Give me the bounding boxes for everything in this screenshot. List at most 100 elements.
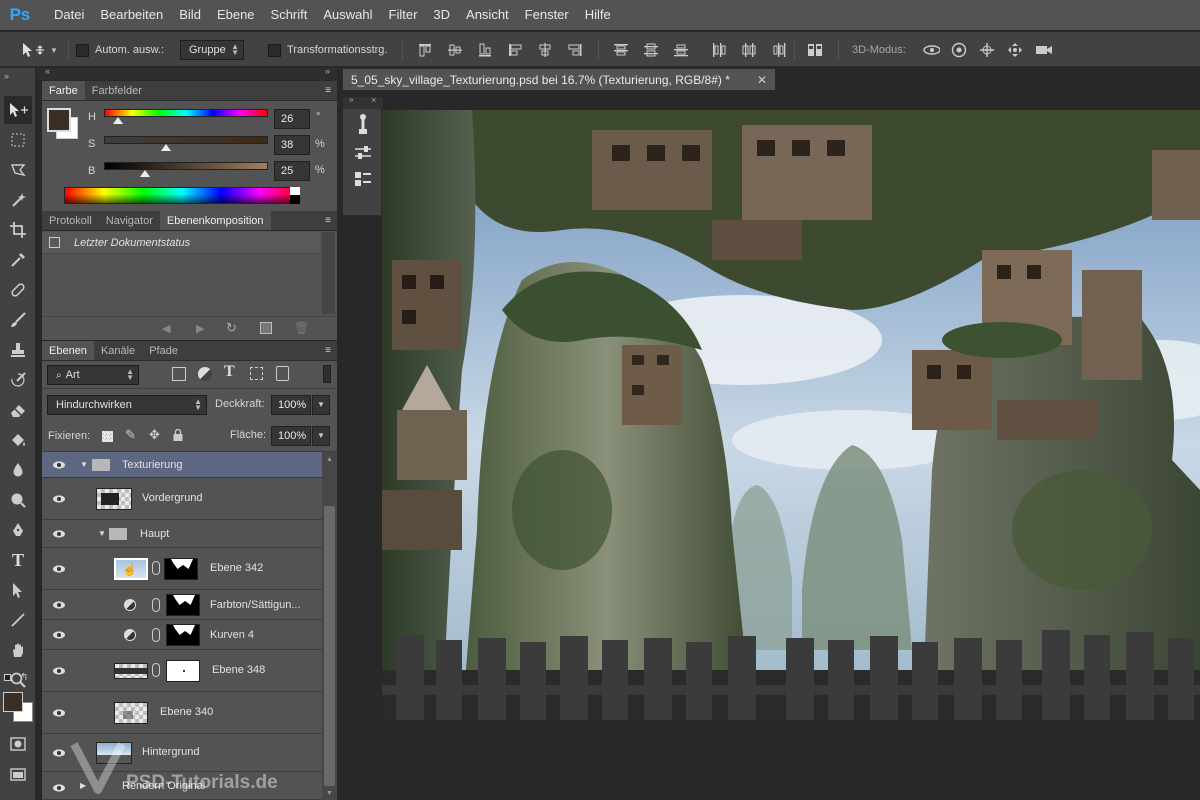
next-comp-icon[interactable]: ▶	[196, 322, 204, 335]
scroll-down-icon[interactable]: ▼	[324, 790, 335, 798]
crop-tool[interactable]	[4, 216, 32, 244]
lock-image-pixels-icon[interactable]: ✎	[125, 427, 136, 443]
brightness-slider[interactable]	[104, 162, 268, 170]
healing-brush-tool[interactable]	[4, 276, 32, 304]
filter-smart-object-icon[interactable]	[276, 366, 289, 381]
clone-stamp-tool[interactable]	[4, 336, 32, 364]
chevron-right-icon[interactable]: ▶	[80, 781, 86, 790]
distribute-top-icon[interactable]	[612, 41, 630, 59]
layer-row[interactable]: ☝ Ebene 342	[42, 548, 322, 590]
layer-row[interactable]: ▼ Haupt	[42, 520, 322, 548]
auto-select-checkbox[interactable]	[76, 43, 89, 57]
filter-toggle-switch[interactable]	[323, 365, 331, 383]
menu-filter[interactable]: Filter	[381, 0, 426, 30]
tab-pfade[interactable]: Pfade	[142, 341, 185, 360]
layer-row[interactable]: Farbton/Sättigun...	[42, 590, 322, 620]
visibility-eye-icon[interactable]	[52, 706, 66, 720]
visibility-eye-icon[interactable]	[52, 458, 66, 472]
distribute-left-icon[interactable]	[710, 41, 728, 59]
layer-row[interactable]: Ebene 340	[42, 692, 322, 734]
previous-comp-icon[interactable]: ◀	[162, 322, 170, 335]
link-icon[interactable]	[152, 598, 160, 612]
3d-pan-icon[interactable]	[978, 41, 996, 59]
scroll-up-icon[interactable]: ▲	[324, 456, 335, 464]
layer-row[interactable]: Kurven 4	[42, 620, 322, 650]
quick-mask-button[interactable]	[4, 730, 32, 758]
brush-preset-icon[interactable]	[353, 113, 373, 137]
menu-3d[interactable]: 3D	[425, 0, 458, 30]
close-icon[interactable]: ×	[371, 95, 376, 105]
3d-scale-camera-icon[interactable]	[1034, 41, 1052, 59]
align-top-edges-icon[interactable]	[416, 41, 434, 59]
history-brush-tool[interactable]	[4, 366, 32, 394]
saturation-input[interactable]: 38	[274, 135, 310, 155]
layer-mask-thumbnail[interactable]	[166, 660, 200, 682]
visibility-eye-icon[interactable]	[52, 781, 66, 795]
close-icon[interactable]: ✕	[757, 73, 767, 87]
move-tool-preset[interactable]: ▼	[20, 32, 58, 68]
layers-scrollbar[interactable]: ▲ ▼	[322, 452, 337, 800]
panel-menu-icon[interactable]: ≡	[319, 211, 337, 230]
move-tool[interactable]	[4, 96, 32, 124]
collapse-panels-right-icon[interactable]: »	[325, 66, 330, 76]
document-tab[interactable]: 5_05_sky_village_Texturierung.psd bei 16…	[342, 68, 776, 90]
layer-row[interactable]: Hintergrund	[42, 734, 322, 772]
distribute-vertical-centers-icon[interactable]	[642, 41, 660, 59]
collapse-arrows-icon[interactable]: »	[4, 71, 9, 81]
spectrum-white-swatch[interactable]	[290, 187, 300, 195]
layer-row[interactable]: Ebene 348	[42, 650, 322, 692]
hue-slider[interactable]	[104, 109, 268, 117]
collapse-panels-icon[interactable]: «	[45, 66, 50, 76]
canvas-artwork[interactable]	[382, 110, 1200, 720]
menu-ansicht[interactable]: Ansicht	[458, 0, 517, 30]
brightness-slider-handle[interactable]	[140, 170, 150, 177]
filter-adjustment-layer-icon[interactable]	[198, 367, 212, 381]
path-selection-tool[interactable]	[4, 576, 32, 604]
scrollbar-thumb[interactable]	[324, 506, 335, 786]
blend-mode-dropdown[interactable]: Hindurchwirken ▲ ▼	[47, 395, 207, 415]
filter-type-layer-icon[interactable]: T	[224, 363, 235, 381]
chevron-down-icon[interactable]: ▼	[98, 529, 106, 538]
tab-farbe[interactable]: Farbe	[42, 81, 85, 100]
lock-transparent-pixels-icon[interactable]	[102, 431, 113, 442]
distribute-right-icon[interactable]	[770, 41, 788, 59]
fill-dropdown-button[interactable]: ▼	[312, 426, 330, 446]
spectrum-black-swatch[interactable]	[290, 195, 300, 204]
list-item[interactable]: Letzter Dokumentstatus	[42, 232, 320, 254]
tab-ebenenkomposition[interactable]: Ebenenkomposition	[159, 211, 271, 230]
foreground-swatch[interactable]	[47, 108, 71, 132]
layer-row[interactable]: ▼ Texturierung	[42, 452, 322, 478]
lock-all-icon[interactable]	[173, 428, 183, 441]
panel-menu-icon[interactable]: ≡	[319, 341, 337, 360]
layer-row[interactable]: Vordergrund	[42, 478, 322, 520]
menu-auswahl[interactable]: Auswahl	[315, 0, 380, 30]
auto-align-layers-icon[interactable]	[806, 41, 824, 59]
layer-row[interactable]: ▶ Rendern Original	[42, 772, 322, 800]
layer-filter-dropdown[interactable]: ⌕ Art ▲ ▼	[47, 365, 139, 385]
type-tool[interactable]: T	[4, 546, 32, 574]
menu-schrift[interactable]: Schrift	[263, 0, 316, 30]
visibility-eye-icon[interactable]	[52, 492, 66, 506]
opacity-input[interactable]: 100%	[271, 395, 311, 415]
tab-kanaele[interactable]: Kanäle	[94, 341, 142, 360]
lock-position-icon[interactable]: ✥	[149, 427, 160, 443]
quick-selection-tool[interactable]	[4, 186, 32, 214]
3d-roll-icon[interactable]	[950, 41, 968, 59]
visibility-eye-icon[interactable]	[52, 628, 66, 642]
new-comp-icon[interactable]	[260, 322, 272, 334]
adjustments-icon[interactable]	[353, 143, 373, 163]
align-horizontal-centers-icon[interactable]	[536, 41, 554, 59]
filter-shape-layer-icon[interactable]	[250, 367, 263, 380]
visibility-eye-icon[interactable]	[52, 562, 66, 576]
fill-input[interactable]: 100%	[271, 426, 311, 446]
opacity-dropdown-button[interactable]: ▼	[312, 395, 330, 415]
filter-pixel-layer-icon[interactable]	[172, 367, 186, 381]
layer-mask-thumbnail[interactable]	[166, 594, 200, 616]
expand-icon[interactable]: »	[349, 95, 353, 104]
align-left-edges-icon[interactable]	[506, 41, 524, 59]
brightness-input[interactable]: 25	[274, 161, 310, 181]
link-icon[interactable]	[152, 628, 160, 642]
paint-bucket-tool[interactable]	[4, 426, 32, 454]
link-icon[interactable]	[152, 561, 160, 575]
distribute-horizontal-centers-icon[interactable]	[740, 41, 758, 59]
